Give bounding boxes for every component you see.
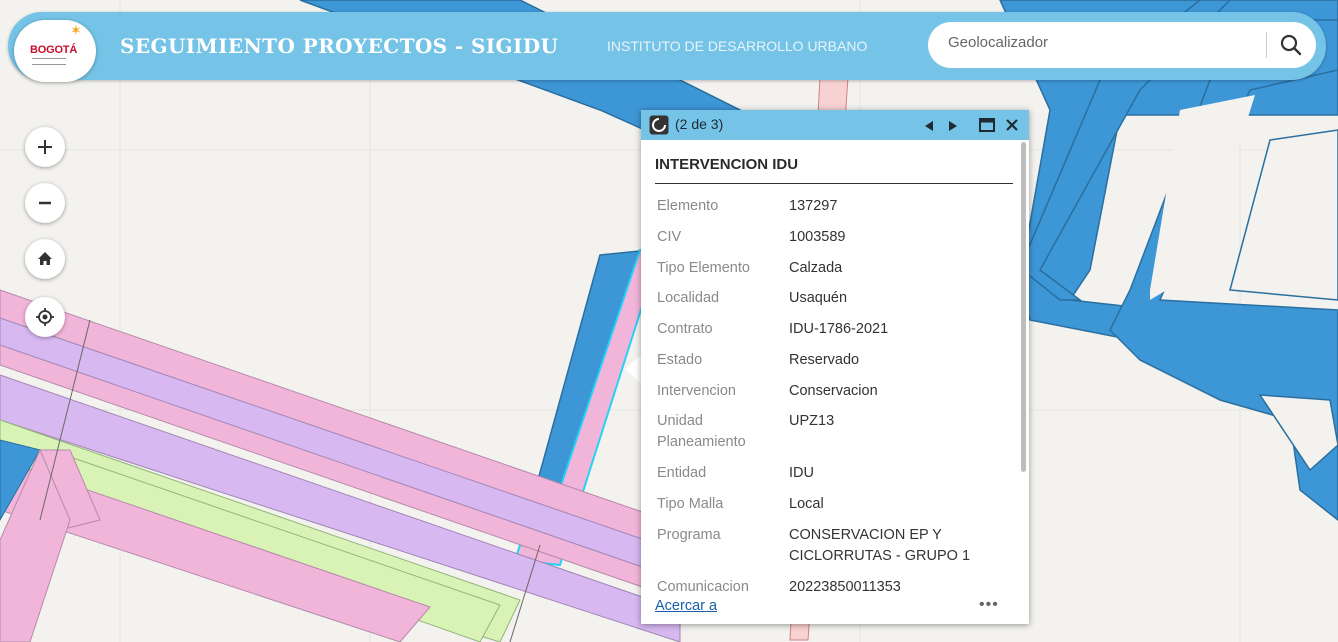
zoom-in-button[interactable] [25,127,65,167]
attribute-label: Elemento [657,198,719,214]
home-icon [38,252,52,265]
popup-header: (2 de 3) [641,110,1029,140]
locate-icon [36,308,54,326]
next-icon[interactable] [947,120,959,132]
popup-pointer [625,355,641,383]
search-divider [1266,32,1267,58]
attribute-value: Calzada [789,260,843,276]
attribute-label: Tipo Malla [657,496,724,512]
attribute-value: 20223850011353 [789,579,901,595]
sun-icon: ✶ [70,23,82,39]
zoom-to-link[interactable]: Acercar a [655,598,717,614]
attribute-label: Tipo Elemento [657,260,750,276]
popup-count: (2 de 3) [675,116,724,132]
attribute-label: Estado [657,352,703,368]
attribute-label: CIV [657,229,682,245]
attribute-label: Entidad [657,465,707,481]
feature-popup: (2 de 3) INTERVENCION IDU Elemento 13729… [641,110,1029,624]
minus-icon [39,201,51,205]
search-button[interactable] [1274,30,1308,60]
search-input[interactable] [948,34,1248,51]
attribute-value: 137297 [789,198,838,214]
attribute-label: Unidad Planeamiento [657,413,746,450]
more-actions-button[interactable]: ••• [979,596,999,614]
popup-title: INTERVENCION IDU [655,156,799,173]
home-button[interactable] [25,239,65,279]
attribute-value: IDU-1786-2021 [789,321,889,337]
attribute-value: UPZ13 [789,413,835,429]
logo-subtext [32,58,66,65]
previous-icon[interactable] [923,120,935,132]
attribute-value: Usaquén [789,290,848,306]
attribute-value: CONSERVACION EP Y CICLORRUTAS - GRUPO 1 [789,527,971,564]
feature-thumbnail-icon[interactable] [649,115,669,135]
attribute-value: IDU [789,465,814,481]
plus-icon [38,140,52,154]
app-title: SEGUIMIENTO PROYECTOS - SIGIDU [120,34,559,58]
close-icon[interactable] [1005,118,1019,132]
attribute-value: Local [789,496,824,512]
attribute-label: Contrato [657,321,713,337]
attribute-value: Conservacion [789,383,878,399]
geolocator-search [928,22,1316,68]
bogota-logo[interactable]: ✶ BOGOTÁ [14,20,96,82]
maximize-icon[interactable] [979,118,995,132]
zoom-out-button[interactable] [25,183,65,223]
search-icon [1280,34,1302,56]
attribute-value: 1003589 [789,229,846,245]
popup-divider [655,183,1013,184]
attribute-label: Localidad [657,290,720,306]
attribute-label: Intervencion [657,383,736,399]
logo-text: BOGOTÁ [30,44,78,56]
app-subtitle: INSTITUTO DE DESARROLLO URBANO [607,38,868,54]
popup-scrollbar[interactable] [1021,142,1026,472]
attribute-label: Programa [657,527,721,543]
attribute-value: Reservado [789,352,860,368]
attribute-label: Comunicacion [657,579,749,595]
locate-button[interactable] [25,297,65,337]
